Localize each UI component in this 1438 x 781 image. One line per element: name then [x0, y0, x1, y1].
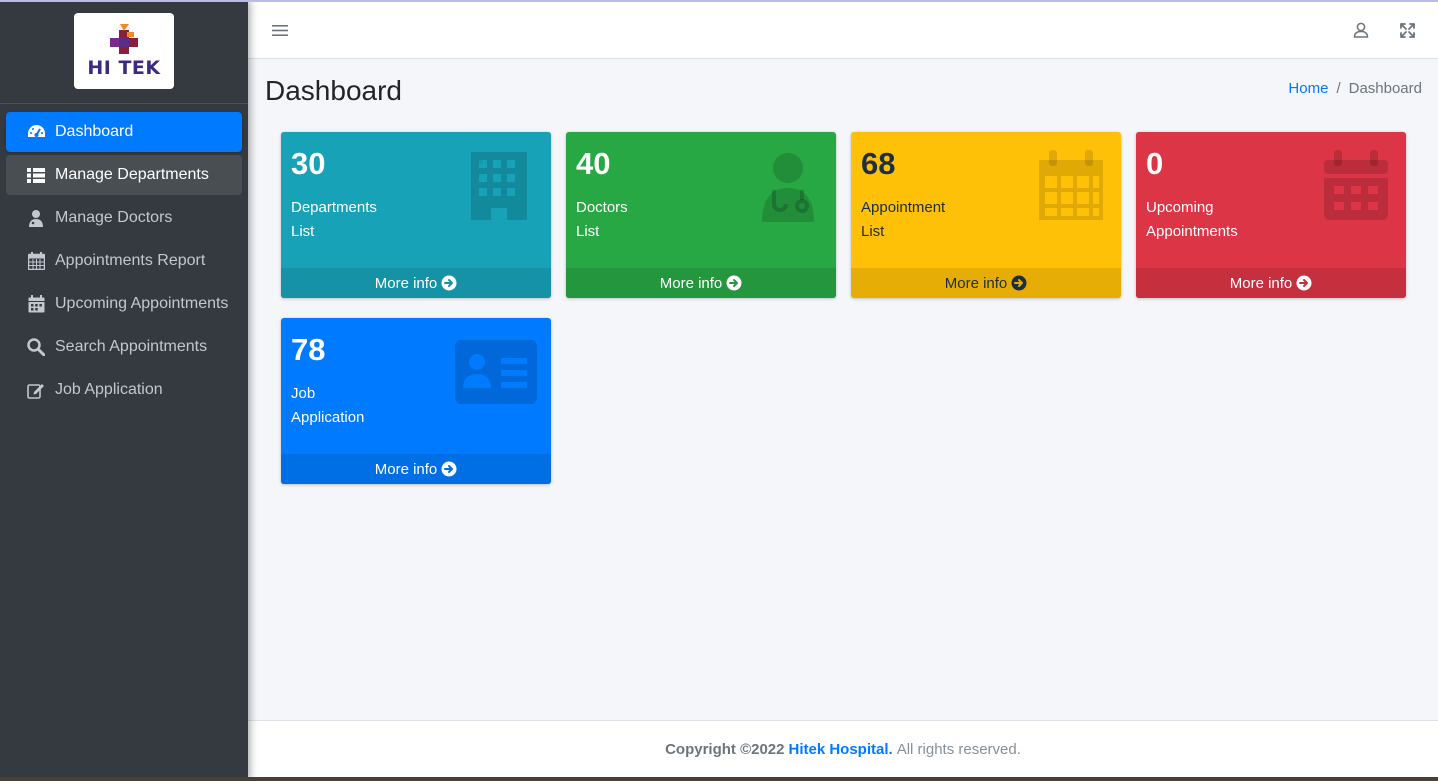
arrow-circle-right-icon	[726, 275, 742, 291]
calendar-icon	[26, 251, 46, 271]
search-icon	[26, 337, 46, 357]
card-count: 68	[861, 146, 896, 181]
footer: Copyright ©2022 Hitek Hospital. All righ…	[248, 720, 1438, 777]
sidebar-item-label: Dashboard	[55, 123, 134, 140]
more-info-link[interactable]: More info	[851, 268, 1121, 298]
arrow-circle-right-icon	[1296, 275, 1312, 291]
more-info-label: More info	[1229, 274, 1293, 292]
sidebar-item-dashboard[interactable]: Dashboard	[6, 112, 242, 152]
footer-copyright: Copyright ©2022	[665, 740, 785, 758]
hospital-logo-icon	[110, 24, 138, 54]
user-icon[interactable]	[1350, 19, 1372, 41]
card-count: 40	[576, 146, 611, 181]
card-label: Doctors List	[576, 196, 746, 244]
card-label-line1: Appointment	[861, 199, 946, 216]
more-info-label: More info	[659, 274, 723, 292]
expand-icon[interactable]	[1396, 19, 1418, 41]
card-count: 30	[291, 146, 326, 181]
more-info-link[interactable]: More info	[281, 268, 551, 298]
brand-area: HI TEK	[0, 0, 248, 104]
footer-rights: All rights reserved.	[896, 740, 1021, 758]
more-info-link[interactable]: More info	[281, 454, 551, 484]
card-label-line2: List	[576, 223, 600, 240]
top-navbar	[248, 0, 1438, 59]
departments-card: 30 Departments List More info	[281, 132, 551, 298]
card-label-line2: Application	[291, 409, 365, 426]
sidebar-item-label: Job Application	[55, 381, 163, 398]
breadcrumb-home-link[interactable]: Home	[1288, 80, 1328, 97]
footer-brand-link[interactable]: Hitek Hospital.	[789, 741, 893, 758]
bottom-border	[0, 777, 1438, 781]
sidebar-item-job-application[interactable]: Job Application	[6, 370, 242, 410]
calendar-icon	[1039, 150, 1103, 220]
sidebar-item-label: Manage Departments	[55, 166, 209, 183]
top-border	[0, 0, 1438, 2]
brand-logo[interactable]: HI TEK	[74, 12, 174, 89]
logo-text: HI TEK	[87, 57, 161, 79]
sidebar-item-manage-departments[interactable]: Manage Departments	[6, 155, 242, 195]
card-label-line2: List	[861, 223, 885, 240]
upcoming-appointments-card: 0 Upcoming Appointments More info	[1136, 132, 1406, 298]
doctors-card: 40 Doctors List More info	[566, 132, 836, 298]
card-label-line1: Doctors	[576, 199, 628, 216]
more-info-link[interactable]: More info	[1136, 268, 1406, 298]
arrow-circle-right-icon	[441, 275, 457, 291]
arrow-circle-right-icon	[441, 461, 457, 477]
hamburger-icon[interactable]	[269, 19, 291, 41]
sidebar-item-upcoming-appointments[interactable]: Upcoming Appointments	[6, 284, 242, 324]
more-info-link[interactable]: More info	[566, 268, 836, 298]
card-count: 78	[291, 332, 326, 367]
calendar-icon	[1324, 150, 1388, 220]
doctor-icon	[762, 153, 814, 222]
breadcrumb: Home / Dashboard	[1288, 80, 1422, 97]
job-application-card: 78 Job Application More info	[281, 318, 551, 484]
sidebar-item-search-appointments[interactable]: Search Appointments	[6, 327, 242, 367]
building-icon	[471, 152, 527, 220]
breadcrumb-separator: /	[1336, 80, 1341, 97]
sidebar-item-manage-doctors[interactable]: Manage Doctors	[6, 198, 242, 238]
card-label-line2: List	[291, 223, 315, 240]
sidebar-item-label: Upcoming Appointments	[55, 295, 229, 312]
page-title: Dashboard	[265, 75, 402, 106]
user-md-icon	[26, 208, 46, 228]
id-card-icon	[455, 340, 537, 404]
card-label-line2: Appointments	[1146, 223, 1238, 240]
edit-icon	[26, 380, 46, 400]
sidebar-item-appointments-report[interactable]: Appointments Report	[6, 241, 242, 281]
card-label-line1: Job	[291, 385, 316, 402]
tachometer-icon	[26, 122, 46, 142]
card-label: Job Application	[291, 382, 461, 430]
appointment-card: 68 Appointment List More info	[851, 132, 1121, 298]
sidebar: HI TEK Dashboard Manage Departments Mana…	[0, 0, 248, 781]
card-label: Upcoming Appointments	[1146, 196, 1316, 244]
card-count: 0	[1146, 146, 1164, 181]
list-icon	[26, 165, 46, 185]
card-label: Appointment List	[861, 196, 1031, 244]
sidebar-item-label: Search Appointments	[55, 338, 208, 355]
more-info-label: More info	[374, 274, 438, 292]
card-label: Departments List	[291, 196, 461, 244]
breadcrumb-current: Dashboard	[1348, 80, 1422, 97]
calendar-icon	[26, 294, 46, 314]
card-label-line1: Departments	[291, 199, 377, 216]
card-label-line1: Upcoming	[1146, 199, 1214, 216]
more-info-label: More info	[944, 274, 1008, 292]
arrow-circle-right-icon	[1011, 275, 1027, 291]
sidebar-nav: Dashboard Manage Departments Manage Doct…	[0, 104, 248, 421]
sidebar-item-label: Manage Doctors	[55, 209, 173, 226]
sidebar-item-label: Appointments Report	[55, 252, 206, 269]
more-info-label: More info	[374, 460, 438, 478]
